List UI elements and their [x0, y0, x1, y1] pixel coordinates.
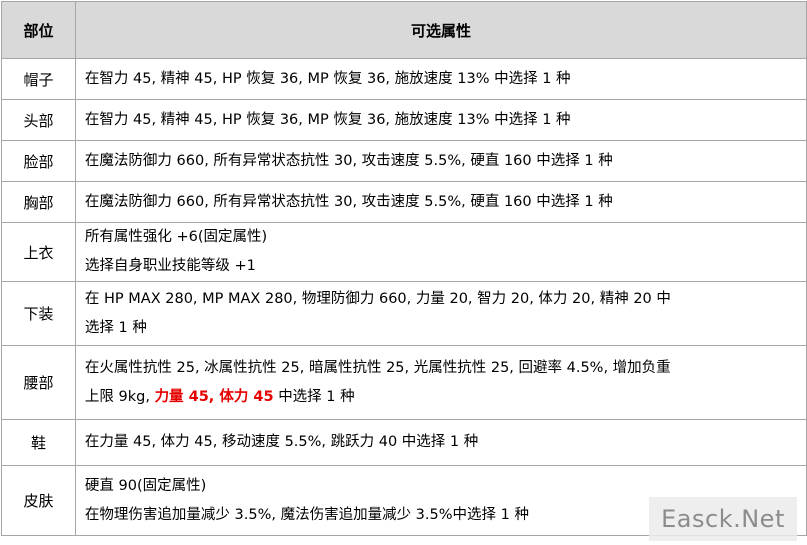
row-attrs: 所有属性强化 +6(固定属性) 选择自身职业技能等级 +1 — [74, 222, 807, 282]
row-part: 腰部 — [1, 345, 76, 420]
attr-line: 在魔法防御力 660, 所有异常状态抗性 30, 攻击速度 5.5%, 硬直 1… — [84, 193, 613, 210]
table-row: 下装 在 HP MAX 280, MP MAX 280, 物理防御力 660, … — [1, 281, 807, 346]
table-row: 腰部 在火属性抗性 25, 冰属性抗性 25, 暗属性抗性 25, 光属性抗性 … — [1, 345, 807, 420]
attr-line: 所有属性强化 +6(固定属性) — [84, 229, 268, 245]
attr-line: 在魔法防御力 660, 所有异常状态抗性 30, 攻击速度 5.5%, 硬直 1… — [84, 152, 613, 169]
header-attrs: 可选属性 — [74, 1, 807, 59]
row-part: 胸部 — [1, 181, 76, 223]
attr-text: 中选择 1 种 — [278, 388, 355, 405]
row-attrs: 在智力 45, 精神 45, HP 恢复 36, MP 恢复 36, 施放速度 … — [74, 58, 807, 100]
attr-line: 在智力 45, 精神 45, HP 恢复 36, MP 恢复 36, 施放速度 … — [84, 111, 571, 128]
header-part: 部位 — [1, 1, 76, 59]
row-attrs: 在魔法防御力 660, 所有异常状态抗性 30, 攻击速度 5.5%, 硬直 1… — [74, 181, 807, 223]
row-part: 帽子 — [1, 58, 76, 100]
attr-line: 选择 1 种 — [84, 319, 147, 336]
row-part: 上衣 — [1, 222, 76, 282]
attr-line: 上限 9kg, 力量 45, 体力 45 中选择 1 种 — [85, 383, 806, 412]
table-row: 鞋 在力量 45, 体力 45, 移动速度 5.5%, 跳跃力 40 中选择 1… — [1, 419, 807, 466]
attr-text: 上限 9kg, — [84, 388, 150, 405]
table-row: 头部 在智力 45, 精神 45, HP 恢复 36, MP 恢复 36, 施放… — [1, 99, 807, 141]
attr-line: 在火属性抗性 25, 冰属性抗性 25, 暗属性抗性 25, 光属性抗性 25,… — [84, 359, 671, 376]
row-attrs: 在智力 45, 精神 45, HP 恢复 36, MP 恢复 36, 施放速度 … — [74, 99, 807, 141]
table-row: 帽子 在智力 45, 精神 45, HP 恢复 36, MP 恢复 36, 施放… — [1, 58, 807, 100]
table-row: 胸部 在魔法防御力 660, 所有异常状态抗性 30, 攻击速度 5.5%, 硬… — [1, 181, 807, 223]
row-part: 下装 — [1, 281, 76, 346]
table-row: 脸部 在魔法防御力 660, 所有异常状态抗性 30, 攻击速度 5.5%, 硬… — [1, 140, 807, 182]
highlighted-attrs: 力量 45, 体力 45 — [154, 388, 274, 405]
attribute-table: 部位 可选属性 帽子 在智力 45, 精神 45, HP 恢复 36, MP 恢… — [1, 1, 807, 536]
attr-line: 选择自身职业技能等级 +1 — [84, 258, 256, 274]
table-row: 上衣 所有属性强化 +6(固定属性) 选择自身职业技能等级 +1 — [1, 222, 807, 282]
row-attrs: 在火属性抗性 25, 冰属性抗性 25, 暗属性抗性 25, 光属性抗性 25,… — [74, 345, 807, 420]
attr-line: 在 HP MAX 280, MP MAX 280, 物理防御力 660, 力量 … — [84, 290, 671, 307]
watermark: Easck.Net — [649, 497, 797, 541]
row-attrs: 在力量 45, 体力 45, 移动速度 5.5%, 跳跃力 40 中选择 1 种 — [74, 419, 807, 466]
row-part: 头部 — [1, 99, 76, 141]
row-part: 皮肤 — [1, 465, 76, 536]
attr-line: 在力量 45, 体力 45, 移动速度 5.5%, 跳跃力 40 中选择 1 种 — [84, 434, 479, 450]
row-attrs: 在 HP MAX 280, MP MAX 280, 物理防御力 660, 力量 … — [74, 281, 807, 346]
row-part: 脸部 — [1, 140, 76, 182]
table-header-row: 部位 可选属性 — [1, 1, 807, 59]
row-attrs: 在魔法防御力 660, 所有异常状态抗性 30, 攻击速度 5.5%, 硬直 1… — [74, 140, 807, 182]
row-part: 鞋 — [1, 419, 76, 466]
attr-line: 在智力 45, 精神 45, HP 恢复 36, MP 恢复 36, 施放速度 … — [84, 70, 571, 87]
